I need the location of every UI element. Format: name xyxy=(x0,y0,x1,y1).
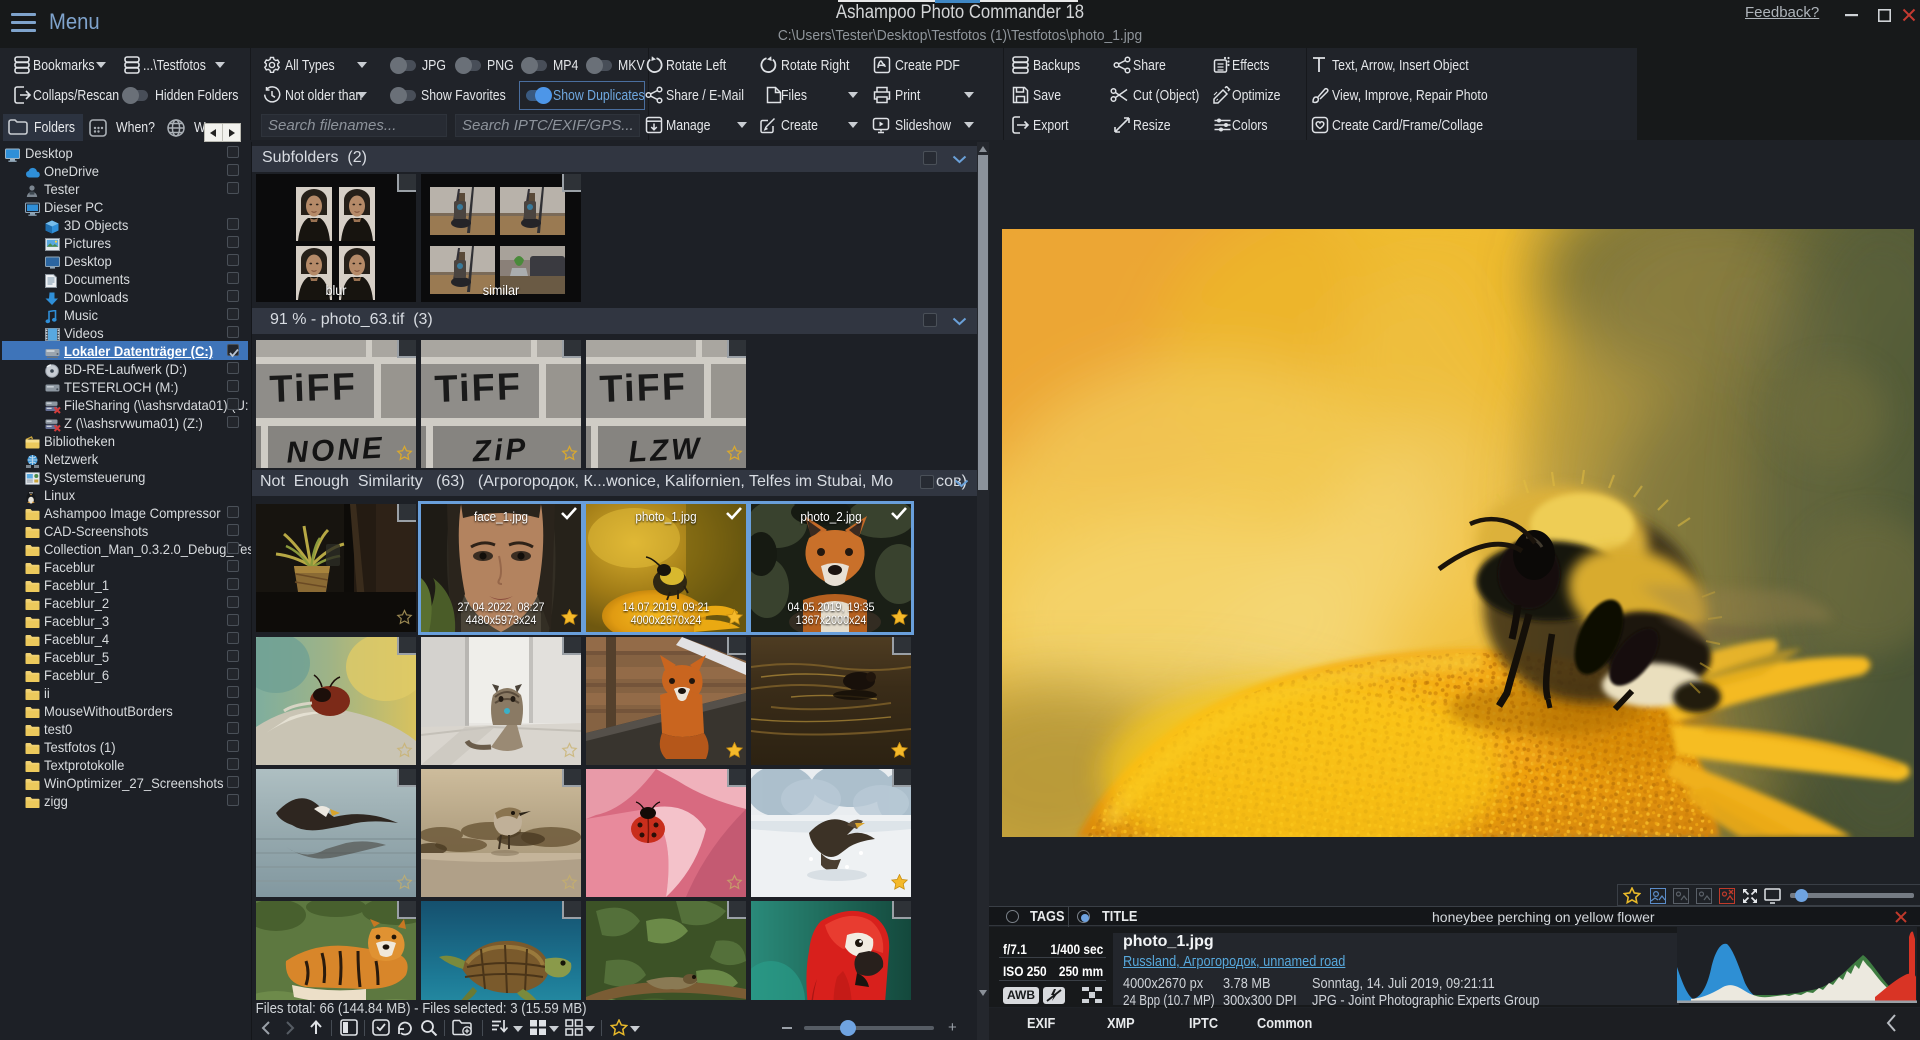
svg-text:NONE: NONE xyxy=(285,431,385,468)
svg-text:TiFF: TiFF xyxy=(434,366,523,411)
svg-text:LZW: LZW xyxy=(628,432,704,468)
svg-text:ZiP: ZiP xyxy=(471,433,529,468)
svg-text:TiFF: TiFF xyxy=(269,366,358,411)
svg-text:TiFF: TiFF xyxy=(599,366,688,411)
